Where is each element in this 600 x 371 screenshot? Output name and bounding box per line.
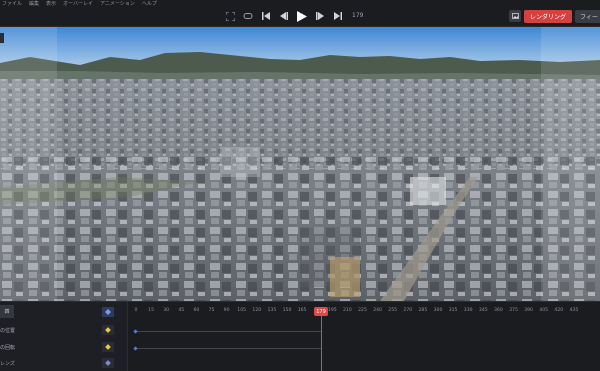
ruler-tick-label: 420 bbox=[554, 308, 564, 313]
playhead-frame-tag[interactable]: 179 bbox=[314, 307, 328, 316]
track-row-position[interactable]: の位置 bbox=[0, 323, 128, 337]
track-group-header[interactable]: 四 bbox=[0, 305, 14, 318]
step-forward-button[interactable] bbox=[314, 10, 326, 22]
feature-button[interactable]: フィー bbox=[575, 10, 600, 23]
playhead-line[interactable] bbox=[321, 313, 322, 371]
menu-bar: ファイル 編集 表示 オーバーレイ アニメーション ヘルプ bbox=[0, 0, 157, 10]
add-keyframe-icon bbox=[105, 309, 111, 315]
3d-viewport[interactable] bbox=[0, 27, 600, 301]
loop-button[interactable] bbox=[242, 10, 254, 22]
play-button[interactable] bbox=[296, 10, 308, 22]
ruler-tick-label: 405 bbox=[539, 308, 549, 313]
image-icon bbox=[511, 13, 519, 19]
menu-item-view[interactable]: 表示 bbox=[46, 0, 56, 10]
fit-button[interactable] bbox=[224, 10, 236, 22]
ruler-tick-label: 15 bbox=[148, 308, 155, 313]
timeline-ruler[interactable]: 0 15 30 45 60 75 90 105 120 135 150 165 179195 210 225… bbox=[128, 305, 600, 319]
skip-start-button[interactable] bbox=[260, 10, 272, 22]
keyframe-icon bbox=[105, 344, 111, 350]
step-back-icon bbox=[280, 12, 288, 20]
timeline-panel: 四 の位置 の回転 レンズ 0 15 30 45 60 75 90 105 120 135 150 1… bbox=[0, 301, 600, 371]
ruler-tick-label: 360 bbox=[494, 308, 503, 313]
panel-toggle-handle[interactable] bbox=[0, 33, 4, 43]
ruler-tick-label: 0 bbox=[134, 308, 138, 313]
ruler-tick-label: 390 bbox=[524, 308, 533, 313]
keyframe-toggle-button[interactable] bbox=[102, 358, 114, 368]
skip-end-button[interactable] bbox=[332, 10, 344, 22]
ruler-tick-label: 300 bbox=[433, 308, 443, 313]
ruler-tick-label: 375 bbox=[509, 308, 518, 313]
ruler-tick-label: 315 bbox=[448, 308, 458, 313]
ruler-tick-label: 75 bbox=[208, 308, 215, 313]
ruler-tick-label: 105 bbox=[237, 308, 247, 313]
menu-item-help[interactable]: ヘルプ bbox=[142, 0, 157, 10]
menu-item-overlay[interactable]: オーバーレイ bbox=[63, 0, 93, 10]
aerial-city-view bbox=[0, 27, 600, 301]
keyframe-marker[interactable] bbox=[133, 329, 138, 334]
top-toolbar: ファイル 編集 表示 オーバーレイ アニメーション ヘルプ 179 レンダリング… bbox=[0, 0, 600, 27]
keyframe-marker[interactable] bbox=[133, 346, 138, 351]
track-label: レンズ bbox=[0, 361, 15, 367]
ruler-tick-label: 435 bbox=[569, 308, 579, 313]
play-icon bbox=[297, 10, 307, 22]
ruler-tick-label: 135 bbox=[267, 308, 277, 313]
ruler-tick-label: 60 bbox=[193, 308, 200, 313]
fit-icon bbox=[225, 11, 235, 21]
ruler-tick-label: 210 bbox=[343, 308, 352, 313]
snapshot-button[interactable] bbox=[509, 10, 521, 22]
ruler-tick-label: 240 bbox=[373, 308, 382, 313]
ruler-tick-label: 30 bbox=[163, 308, 170, 313]
track-row-rotation[interactable]: の回転 bbox=[0, 340, 128, 354]
ruler-tick-label: 195 bbox=[327, 308, 337, 313]
step-forward-icon bbox=[316, 12, 324, 20]
track-label: の回転 bbox=[0, 345, 16, 351]
keyframe-toggle-button[interactable] bbox=[102, 325, 114, 335]
render-button[interactable]: レンダリング bbox=[524, 10, 572, 23]
track-label: の位置 bbox=[0, 328, 16, 334]
track-list: 四 の位置 の回転 レンズ bbox=[0, 302, 128, 371]
keyframe-toggle-button[interactable] bbox=[102, 342, 114, 352]
loop-icon bbox=[243, 13, 253, 19]
ruler-tick-label: 165 bbox=[297, 308, 307, 313]
safe-frame-right-mask bbox=[541, 27, 600, 301]
keyframe-icon bbox=[105, 360, 111, 366]
track-row-lens[interactable]: レンズ bbox=[0, 356, 128, 370]
menu-item-animation[interactable]: アニメーション bbox=[100, 0, 135, 10]
add-track-button[interactable] bbox=[102, 307, 114, 317]
transport-controls bbox=[224, 9, 344, 23]
ruler-tick-label: 225 bbox=[358, 308, 367, 313]
track-line-rotation bbox=[136, 348, 321, 349]
step-back-button[interactable] bbox=[278, 10, 290, 22]
ruler-tick-label: 120 bbox=[252, 308, 262, 313]
ruler-tick-label: 150 bbox=[282, 308, 292, 313]
current-frame-readout: 179 bbox=[352, 12, 364, 19]
ruler-tick-label: 345 bbox=[478, 308, 488, 313]
skip-start-icon bbox=[262, 12, 270, 20]
menu-item-file[interactable]: ファイル bbox=[2, 0, 22, 10]
safe-frame-left-mask bbox=[0, 27, 57, 301]
track-line-position bbox=[136, 331, 321, 332]
ruler-tick-label: 330 bbox=[463, 308, 473, 313]
ruler-tick-label: 285 bbox=[418, 308, 428, 313]
ruler-tick-label: 255 bbox=[388, 308, 398, 313]
ruler-tick-label: 45 bbox=[178, 308, 185, 313]
ruler-tick-label: 90 bbox=[223, 308, 230, 313]
keyframe-tracks[interactable] bbox=[128, 319, 600, 371]
menu-item-edit[interactable]: 編集 bbox=[29, 0, 39, 10]
ruler-tick-label: 270 bbox=[403, 308, 413, 313]
keyframe-icon bbox=[105, 327, 111, 333]
skip-end-icon bbox=[334, 12, 342, 20]
